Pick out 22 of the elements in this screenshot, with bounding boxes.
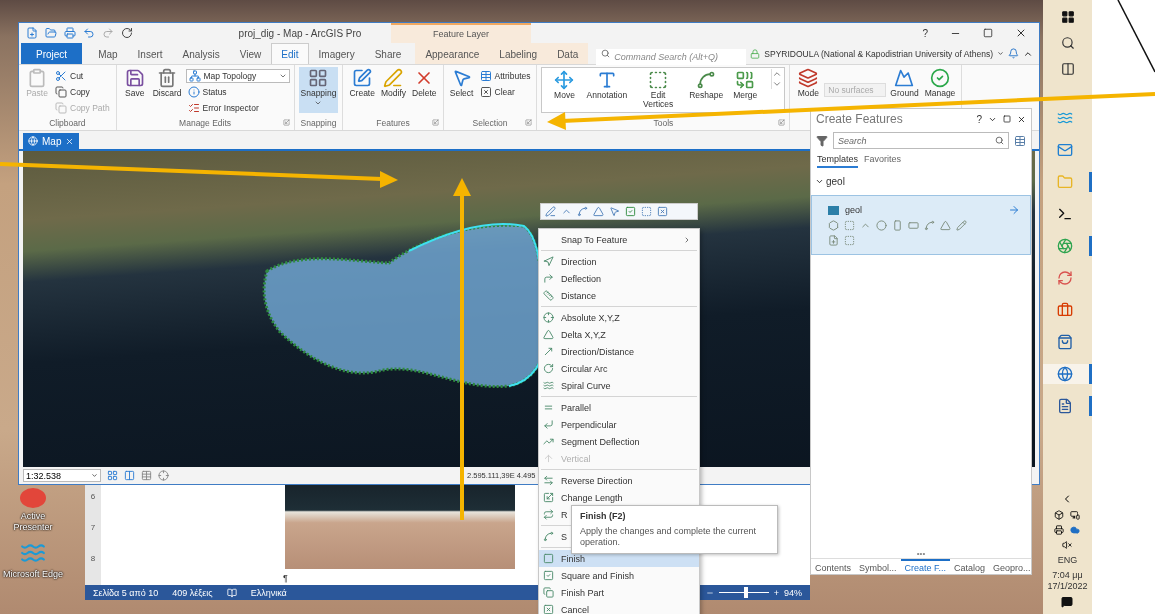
template-name: geol — [845, 205, 863, 215]
status-text: Σελίδα 5 από 10 — [93, 587, 159, 598]
paragraph-mark: ¶ — [283, 573, 288, 583]
group-label: Snapping — [300, 118, 337, 128]
ruler-number: 6 — [90, 492, 96, 501]
status-text: Ελληνικά — [250, 587, 287, 598]
contextual-tab-group-label: Feature Layer — [391, 23, 531, 43]
tooltip-title: Finish (F2) — [580, 511, 627, 521]
zoom-reading: 94% — [784, 587, 802, 598]
status-text: 409 λέξεις — [172, 587, 213, 598]
group-label: Selection — [472, 118, 508, 128]
date-text: 17/1/2022 — [1047, 581, 1088, 591]
time-text: 7:04 μμ — [1052, 570, 1083, 580]
group-label: Tools — [653, 118, 674, 128]
group-label: Clipboard — [49, 118, 86, 128]
tooltip-text: Apply the changes and complete the current operation. — [580, 526, 758, 548]
window-title: proj_dig - Map - ArcGIS Pro — [237, 26, 363, 41]
group-label: Features — [376, 118, 410, 128]
pane-title: Create Features — [816, 112, 904, 126]
ruler-number: 7 — [90, 523, 96, 532]
ruler-number: 8 — [90, 554, 96, 563]
group-label: Manage Edits — [179, 118, 232, 128]
